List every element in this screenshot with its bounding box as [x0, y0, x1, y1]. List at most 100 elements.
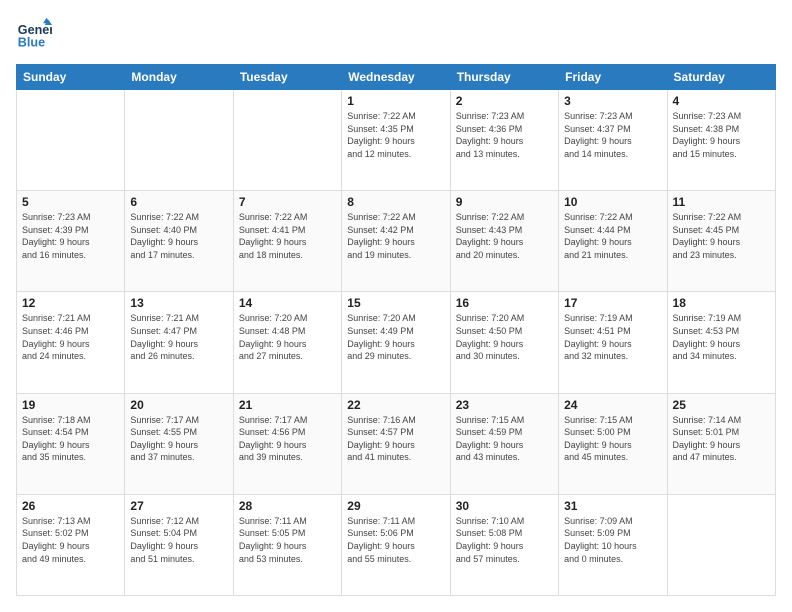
day-info: Sunrise: 7:22 AM Sunset: 4:45 PM Dayligh…	[673, 211, 770, 261]
weekday-header-thursday: Thursday	[450, 65, 558, 90]
day-info: Sunrise: 7:22 AM Sunset: 4:44 PM Dayligh…	[564, 211, 661, 261]
svg-text:Blue: Blue	[18, 36, 45, 50]
weekday-header-friday: Friday	[559, 65, 667, 90]
week-row-1: 1Sunrise: 7:22 AM Sunset: 4:35 PM Daylig…	[17, 90, 776, 191]
day-info: Sunrise: 7:20 AM Sunset: 4:50 PM Dayligh…	[456, 312, 553, 362]
calendar-cell: 23 Sunrise: 7:15 AM Sunset: 4:59 PM Dayli…	[450, 393, 558, 494]
day-number: 22	[347, 398, 444, 412]
day-info: Sunrise: 7:15 AM Sunset: 5:00 PM Dayligh…	[564, 414, 661, 464]
day-number: 29	[347, 499, 444, 513]
calendar-cell: 12 Sunrise: 7:21 AM Sunset: 4:46 PM Dayli…	[17, 292, 125, 393]
day-number: 8	[347, 195, 444, 209]
day-info: Sunrise: 7:22 AM Sunset: 4:43 PM Dayligh…	[456, 211, 553, 261]
day-number: 5	[22, 195, 119, 209]
day-info: Sunrise: 7:23 AM Sunset: 4:39 PM Dayligh…	[22, 211, 119, 261]
day-number: 7	[239, 195, 336, 209]
day-number: 31	[564, 499, 661, 513]
calendar-cell: 6 Sunrise: 7:22 AM Sunset: 4:40 PM Daylig…	[125, 191, 233, 292]
weekday-header-saturday: Saturday	[667, 65, 775, 90]
day-number: 12	[22, 296, 119, 310]
day-info: Sunrise: 7:22 AM Sunset: 4:41 PM Dayligh…	[239, 211, 336, 261]
day-number: 21	[239, 398, 336, 412]
calendar-cell: 8 Sunrise: 7:22 AM Sunset: 4:42 PM Daylig…	[342, 191, 450, 292]
day-info: Sunrise: 7:23 AM Sunset: 4:36 PM Dayligh…	[456, 110, 553, 160]
calendar-cell	[233, 90, 341, 191]
day-info: Sunrise: 7:15 AM Sunset: 4:59 PM Dayligh…	[456, 414, 553, 464]
calendar-cell: 7 Sunrise: 7:22 AM Sunset: 4:41 PM Daylig…	[233, 191, 341, 292]
day-number: 18	[673, 296, 770, 310]
calendar-cell: 26Sunrise: 7:13 AM Sunset: 5:02 PM Dayli…	[17, 494, 125, 595]
day-number: 14	[239, 296, 336, 310]
calendar-cell	[667, 494, 775, 595]
day-info: Sunrise: 7:10 AM Sunset: 5:08 PM Dayligh…	[456, 515, 553, 565]
calendar-cell: 13 Sunrise: 7:21 AM Sunset: 4:47 PM Dayli…	[125, 292, 233, 393]
week-row-5: 26Sunrise: 7:13 AM Sunset: 5:02 PM Dayli…	[17, 494, 776, 595]
weekday-header-row: SundayMondayTuesdayWednesdayThursdayFrid…	[17, 65, 776, 90]
day-info: Sunrise: 7:22 AM Sunset: 4:40 PM Dayligh…	[130, 211, 227, 261]
week-row-3: 12 Sunrise: 7:21 AM Sunset: 4:46 PM Dayli…	[17, 292, 776, 393]
day-info: Sunrise: 7:17 AM Sunset: 4:55 PM Dayligh…	[130, 414, 227, 464]
calendar-cell: 15Sunrise: 7:20 AM Sunset: 4:49 PM Dayli…	[342, 292, 450, 393]
calendar-cell: 22 Sunrise: 7:16 AM Sunset: 4:57 PM Dayli…	[342, 393, 450, 494]
day-number: 16	[456, 296, 553, 310]
day-number: 9	[456, 195, 553, 209]
calendar-cell	[125, 90, 233, 191]
day-number: 4	[673, 94, 770, 108]
header: General Blue	[16, 16, 776, 52]
calendar-cell: 25Sunrise: 7:14 AM Sunset: 5:01 PM Dayli…	[667, 393, 775, 494]
day-info: Sunrise: 7:11 AM Sunset: 5:05 PM Dayligh…	[239, 515, 336, 565]
day-info: Sunrise: 7:23 AM Sunset: 4:37 PM Dayligh…	[564, 110, 661, 160]
logo: General Blue	[16, 16, 56, 52]
day-number: 11	[673, 195, 770, 209]
day-info: Sunrise: 7:16 AM Sunset: 4:57 PM Dayligh…	[347, 414, 444, 464]
day-number: 25	[673, 398, 770, 412]
calendar-cell: 9 Sunrise: 7:22 AM Sunset: 4:43 PM Daylig…	[450, 191, 558, 292]
calendar-cell	[17, 90, 125, 191]
day-number: 20	[130, 398, 227, 412]
day-number: 6	[130, 195, 227, 209]
day-info: Sunrise: 7:17 AM Sunset: 4:56 PM Dayligh…	[239, 414, 336, 464]
day-number: 27	[130, 499, 227, 513]
day-number: 10	[564, 195, 661, 209]
day-info: Sunrise: 7:13 AM Sunset: 5:02 PM Dayligh…	[22, 515, 119, 565]
page: General Blue SundayMondayTuesdayWednesda…	[0, 0, 792, 612]
calendar-cell: 10 Sunrise: 7:22 AM Sunset: 4:44 PM Dayli…	[559, 191, 667, 292]
day-number: 19	[22, 398, 119, 412]
calendar-cell: 2 Sunrise: 7:23 AM Sunset: 4:36 PM Daylig…	[450, 90, 558, 191]
day-info: Sunrise: 7:20 AM Sunset: 4:48 PM Dayligh…	[239, 312, 336, 362]
calendar-cell: 21 Sunrise: 7:17 AM Sunset: 4:56 PM Dayli…	[233, 393, 341, 494]
day-number: 3	[564, 94, 661, 108]
calendar-cell: 14 Sunrise: 7:20 AM Sunset: 4:48 PM Dayli…	[233, 292, 341, 393]
day-info: Sunrise: 7:21 AM Sunset: 4:47 PM Dayligh…	[130, 312, 227, 362]
day-info: Sunrise: 7:19 AM Sunset: 4:51 PM Dayligh…	[564, 312, 661, 362]
calendar-cell: 17 Sunrise: 7:19 AM Sunset: 4:51 PM Dayli…	[559, 292, 667, 393]
week-row-2: 5 Sunrise: 7:23 AM Sunset: 4:39 PM Daylig…	[17, 191, 776, 292]
day-info: Sunrise: 7:12 AM Sunset: 5:04 PM Dayligh…	[130, 515, 227, 565]
day-number: 1	[347, 94, 444, 108]
day-number: 30	[456, 499, 553, 513]
day-number: 24	[564, 398, 661, 412]
calendar-cell: 4 Sunrise: 7:23 AM Sunset: 4:38 PM Daylig…	[667, 90, 775, 191]
day-info: Sunrise: 7:22 AM Sunset: 4:42 PM Dayligh…	[347, 211, 444, 261]
day-info: Sunrise: 7:19 AM Sunset: 4:53 PM Dayligh…	[673, 312, 770, 362]
week-row-4: 19Sunrise: 7:18 AM Sunset: 4:54 PM Dayli…	[17, 393, 776, 494]
day-number: 2	[456, 94, 553, 108]
calendar-cell: 3 Sunrise: 7:23 AM Sunset: 4:37 PM Daylig…	[559, 90, 667, 191]
day-info: Sunrise: 7:23 AM Sunset: 4:38 PM Dayligh…	[673, 110, 770, 160]
day-number: 13	[130, 296, 227, 310]
calendar-table: SundayMondayTuesdayWednesdayThursdayFrid…	[16, 64, 776, 596]
calendar-cell: 31Sunrise: 7:09 AM Sunset: 5:09 PM Dayli…	[559, 494, 667, 595]
calendar-cell: 19Sunrise: 7:18 AM Sunset: 4:54 PM Dayli…	[17, 393, 125, 494]
weekday-header-monday: Monday	[125, 65, 233, 90]
calendar-cell: 29 Sunrise: 7:11 AM Sunset: 5:06 PM Dayli…	[342, 494, 450, 595]
weekday-header-sunday: Sunday	[17, 65, 125, 90]
calendar-cell: 24 Sunrise: 7:15 AM Sunset: 5:00 PM Dayli…	[559, 393, 667, 494]
logo-icon: General Blue	[16, 16, 52, 52]
day-number: 23	[456, 398, 553, 412]
calendar-cell: 11 Sunrise: 7:22 AM Sunset: 4:45 PM Dayli…	[667, 191, 775, 292]
day-number: 17	[564, 296, 661, 310]
calendar-cell: 5 Sunrise: 7:23 AM Sunset: 4:39 PM Daylig…	[17, 191, 125, 292]
day-info: Sunrise: 7:21 AM Sunset: 4:46 PM Dayligh…	[22, 312, 119, 362]
day-info: Sunrise: 7:11 AM Sunset: 5:06 PM Dayligh…	[347, 515, 444, 565]
calendar-cell: 28Sunrise: 7:11 AM Sunset: 5:05 PM Dayli…	[233, 494, 341, 595]
